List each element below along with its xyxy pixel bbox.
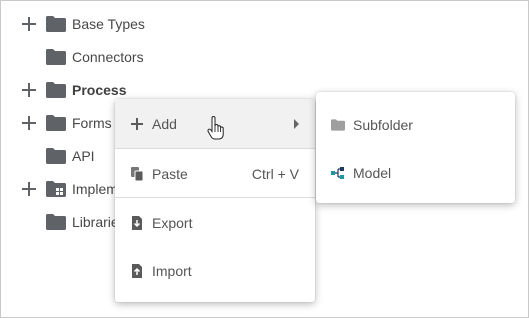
expand-plus-icon[interactable] — [22, 181, 36, 196]
export-icon — [130, 215, 144, 230]
menu-item-label: Add — [152, 115, 177, 132]
menu-item-label: Export — [152, 214, 193, 231]
expand-plus-icon[interactable] — [22, 16, 36, 31]
folder-icon — [46, 81, 66, 98]
tree-item-label: Implem — [72, 180, 118, 197]
add-submenu: Subfolder Model — [316, 92, 515, 203]
menu-item-import[interactable]: Import — [115, 246, 315, 295]
import-icon — [130, 263, 144, 278]
window-frame: Base Types Connectors Process Forms API … — [0, 0, 529, 318]
folder-icon — [46, 48, 66, 65]
menu-item-label: Model — [353, 164, 392, 181]
tree-item-label: Process — [72, 81, 127, 98]
tree-item-label: Librarie — [72, 213, 119, 230]
menu-item-export[interactable]: Export — [115, 198, 315, 247]
expand-plus-icon[interactable] — [22, 82, 36, 97]
menu-item-label: Subfolder — [353, 116, 413, 133]
menu-item-label: Import — [152, 262, 192, 279]
model-icon — [331, 166, 345, 180]
folder-icon — [46, 15, 66, 32]
tree-item-label: API — [72, 147, 95, 164]
tree-item-label: Connectors — [72, 48, 144, 65]
tree-item-label: Forms — [72, 114, 112, 131]
submenu-item-model[interactable]: Model — [316, 148, 515, 197]
folder-icon — [46, 114, 66, 131]
hand-cursor-icon — [207, 115, 225, 142]
tree-item-label: Base Types — [72, 15, 145, 32]
menu-item-label: Paste — [152, 165, 188, 182]
paste-icon — [130, 166, 144, 181]
submenu-arrow-icon — [294, 118, 299, 129]
menu-item-shortcut: Ctrl + V — [251, 165, 299, 182]
folder-icon — [331, 118, 345, 132]
folder-icon — [46, 147, 66, 164]
menu-item-paste[interactable]: Paste Ctrl + V — [115, 149, 315, 198]
submenu-item-subfolder[interactable]: Subfolder — [316, 100, 515, 149]
folder-icon — [46, 213, 66, 230]
expand-plus-icon[interactable] — [22, 115, 36, 130]
folder-grid-icon — [46, 180, 66, 197]
plus-icon — [130, 117, 144, 131]
